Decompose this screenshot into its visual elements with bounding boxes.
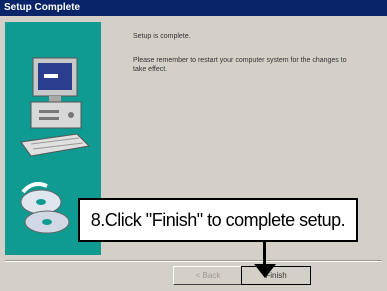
window-titlebar[interactable]: Setup Complete	[0, 0, 387, 16]
restart-reminder-text: Please remember to restart your computer…	[133, 57, 347, 73]
back-button[interactable]: < Back	[173, 266, 243, 285]
instruction-callout: 8.Click "Finish" to complete setup.	[78, 198, 358, 242]
down-arrow-icon	[254, 242, 276, 278]
window-title: Setup Complete	[4, 2, 81, 13]
button-divider	[5, 260, 382, 262]
setup-complete-text: Setup is complete.	[133, 33, 191, 40]
